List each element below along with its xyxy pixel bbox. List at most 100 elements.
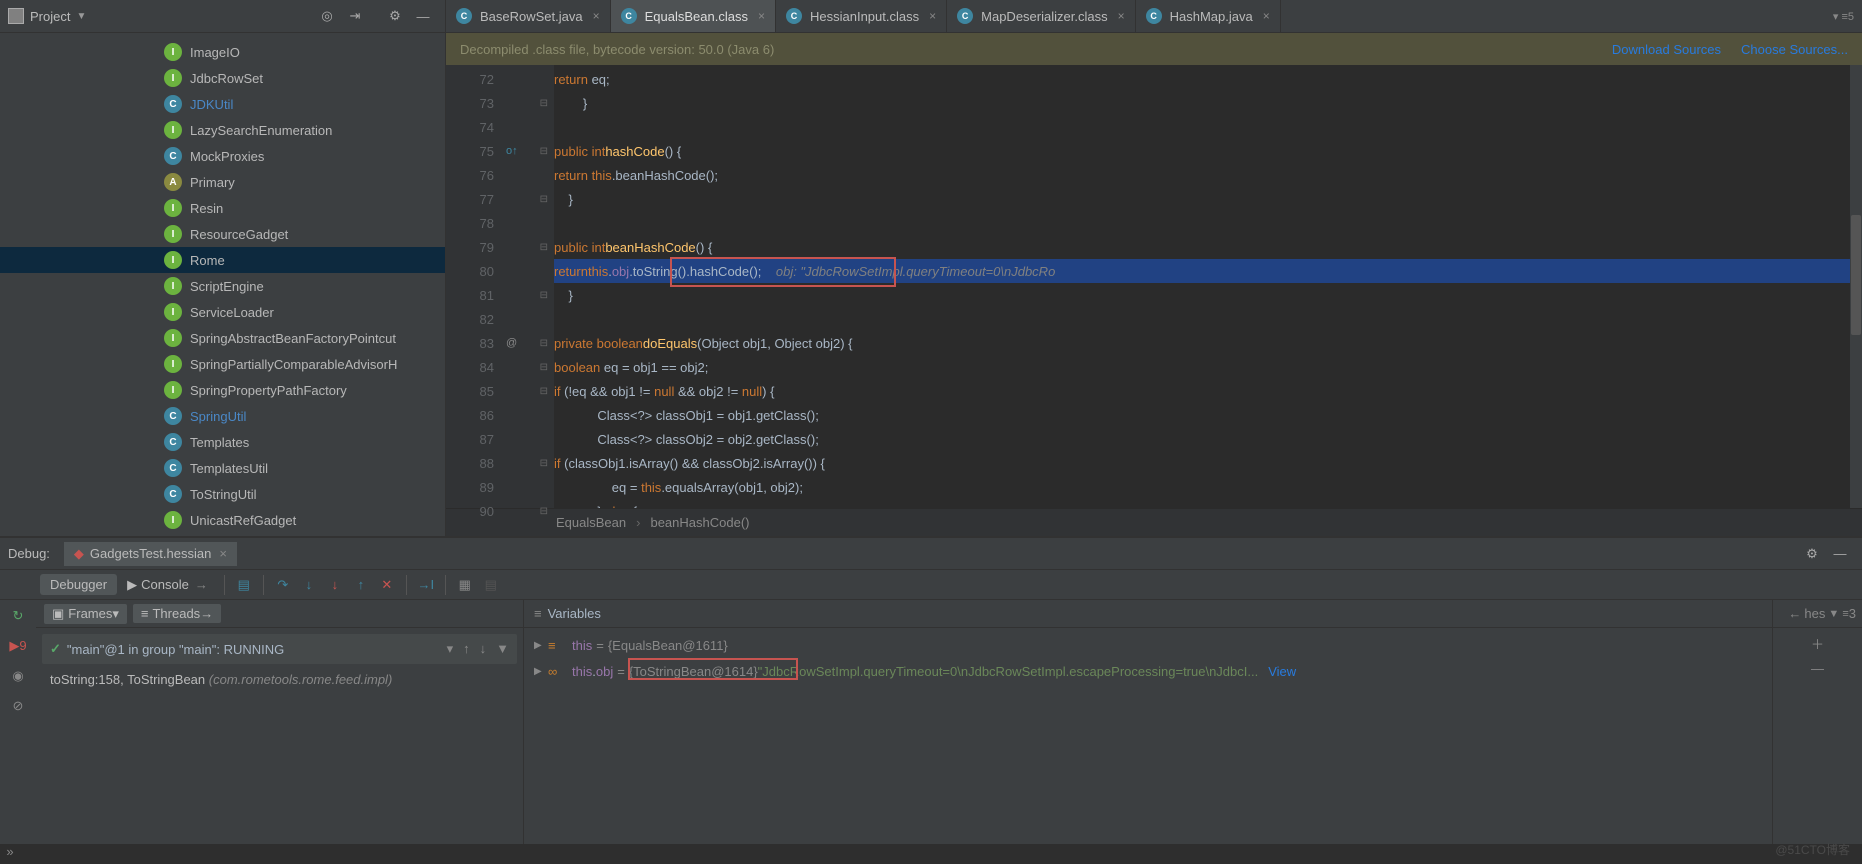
sidebar-item-springpartiallycomparableadvisorh[interactable]: ISpringPartiallyComparableAdvisorH <box>0 351 445 377</box>
step-over-icon[interactable]: ↷ <box>274 576 292 594</box>
step-out-icon[interactable]: ↑ <box>352 576 370 594</box>
debug-config-tab[interactable]: ◆ GadgetsTest.hessian × <box>64 542 237 566</box>
view-breakpoints-icon[interactable]: ◉ <box>12 668 23 684</box>
trace-icon[interactable]: ▤ <box>482 576 500 594</box>
debugger-tab[interactable]: Debugger <box>40 574 117 595</box>
hide-icon[interactable]: — <box>1831 545 1849 563</box>
class-icon: I <box>164 277 182 295</box>
breadcrumb-method[interactable]: beanHashCode() <box>650 515 749 530</box>
collapse-icon[interactable]: ⇥ <box>346 7 364 25</box>
editor-scrollbar[interactable] <box>1850 65 1862 508</box>
gear-icon[interactable]: ⚙ <box>1803 545 1821 563</box>
download-sources-link[interactable]: Download Sources <box>1612 42 1721 57</box>
code-line-86[interactable]: Class<?> classObj1 = obj1.getClass(); <box>554 403 1850 427</box>
code-line-73[interactable]: } <box>554 91 1850 115</box>
project-tree[interactable]: IImageIOIJdbcRowSetCJDKUtilILazySearchEn… <box>0 33 445 536</box>
code-line-84[interactable]: boolean eq = obj1 == obj2; <box>554 355 1850 379</box>
stop-icon[interactable]: ▶9 <box>9 638 26 654</box>
drop-frame-icon[interactable]: ✕ <box>378 576 396 594</box>
code-line-75[interactable]: public int hashCode() { <box>554 139 1850 163</box>
sidebar-item-serviceloader[interactable]: IServiceLoader <box>0 299 445 325</box>
breadcrumbs[interactable]: EqualsBean › beanHashCode() <box>446 508 1862 536</box>
variables-panel: ≡ Variables ▶≡this={EqualsBean@1611}▶∞th… <box>524 600 1772 844</box>
mute-breakpoints-icon[interactable]: ⊘ <box>13 698 24 714</box>
tab-EqualsBean.class[interactable]: CEqualsBean.class× <box>611 0 776 32</box>
rerun-icon[interactable]: ↻ <box>13 608 24 624</box>
code-line-81[interactable]: } <box>554 283 1850 307</box>
sidebar-item-jdkutil[interactable]: CJDKUtil <box>0 91 445 117</box>
next-frame-icon[interactable]: ↓ <box>480 641 487 657</box>
sidebar-item-rome[interactable]: IRome <box>0 247 445 273</box>
variable-row[interactable]: ▶∞this.obj={ToStringBean@1614} "JdbcRowS… <box>524 658 1772 684</box>
debug-toolbar: Debugger ▶Console→ ▤ ↷ ↓ ↓ ↑ ✕ →I ▦ ▤ <box>0 570 1862 600</box>
project-label[interactable]: Project <box>30 9 70 24</box>
frames-panel: ▣ Frames ▾ ≡ Threads → ✓ "main"@1 in gro… <box>36 600 524 844</box>
sidebar-item-unicastrefgadget[interactable]: IUnicastRefGadget <box>0 507 445 533</box>
sidebar-item-mockproxies[interactable]: CMockProxies <box>0 143 445 169</box>
sidebar-item-imageio[interactable]: IImageIO <box>0 39 445 65</box>
run-to-cursor-icon[interactable]: →I <box>417 576 435 594</box>
code-line-76[interactable]: return this.beanHashCode(); <box>554 163 1850 187</box>
chevron-down-icon[interactable]: ▾ <box>447 641 454 657</box>
code-line-72[interactable]: return eq; <box>554 67 1850 91</box>
console-tab[interactable]: ▶Console→ <box>117 574 218 596</box>
breadcrumb-class[interactable]: EqualsBean <box>556 515 626 530</box>
close-icon[interactable]: × <box>1118 9 1125 23</box>
choose-sources-link[interactable]: Choose Sources... <box>1741 42 1848 57</box>
variable-row[interactable]: ▶≡this={EqualsBean@1611} <box>524 632 1772 658</box>
view-link[interactable]: View <box>1268 664 1296 679</box>
thread-selector[interactable]: ✓ "main"@1 in group "main": RUNNING ▾ ↑ … <box>42 634 517 664</box>
frames-button[interactable]: ▣ Frames ▾ <box>44 604 127 624</box>
chevron-down-icon[interactable]: ▼ <box>76 11 86 22</box>
code-editor[interactable]: 7273⊟7475o↑⊟7677⊟7879⊟8081⊟8283@⊟84⊟85⊟8… <box>446 65 1862 508</box>
code-line-79[interactable]: public int beanHashCode() { <box>554 235 1850 259</box>
step-into-icon[interactable]: ↓ <box>300 576 318 594</box>
layout-icon[interactable]: ▤ <box>235 576 253 594</box>
sidebar-item-scriptengine[interactable]: IScriptEngine <box>0 273 445 299</box>
tabs-overflow[interactable]: ▾ ≡5 <box>1825 0 1862 32</box>
threads-button[interactable]: ≡ Threads → <box>133 604 221 623</box>
sidebar-item-tostringutil[interactable]: CToStringUtil <box>0 481 445 507</box>
code-line-89[interactable]: eq = this.equalsArray(obj1, obj2); <box>554 475 1850 499</box>
gear-icon[interactable]: ⚙ <box>386 7 404 25</box>
close-icon[interactable]: × <box>929 9 936 23</box>
code-line-90[interactable]: } else { <box>554 499 1850 508</box>
hide-icon[interactable]: — <box>414 7 432 25</box>
expand-icon[interactable]: » <box>0 844 20 864</box>
stack-frame[interactable]: toString:158, ToStringBean (com.rometool… <box>42 672 517 687</box>
sidebar-item-springutil[interactable]: CSpringUtil <box>0 403 445 429</box>
close-icon[interactable]: × <box>1263 9 1270 23</box>
code-line-88[interactable]: if (classObj1.isArray() && classObj2.isA… <box>554 451 1850 475</box>
prev-frame-icon[interactable]: ↑ <box>463 641 470 657</box>
close-icon[interactable]: × <box>758 9 765 23</box>
sidebar-item-primary[interactable]: APrimary <box>0 169 445 195</box>
sidebar-item-springpropertypathfactory[interactable]: ISpringPropertyPathFactory <box>0 377 445 403</box>
tab-HessianInput.class[interactable]: CHessianInput.class× <box>776 0 947 32</box>
sidebar-item-templatesutil[interactable]: CTemplatesUtil <box>0 455 445 481</box>
sidebar-item-resin[interactable]: IResin <box>0 195 445 221</box>
code-line-85[interactable]: if (!eq && obj1 != null && obj2 != null)… <box>554 379 1850 403</box>
filter-icon[interactable]: ▼ <box>496 641 509 657</box>
code-line-80[interactable]: return this.obj.toString().hashCode(); o… <box>554 259 1850 283</box>
code-line-83[interactable]: private boolean doEquals(Object obj1, Ob… <box>554 331 1850 355</box>
remove-watch-icon[interactable]: — <box>1811 661 1824 676</box>
close-icon[interactable]: × <box>593 9 600 23</box>
tab-MapDeserializer.class[interactable]: CMapDeserializer.class× <box>947 0 1135 32</box>
sidebar-item-lazysearchenumeration[interactable]: ILazySearchEnumeration <box>0 117 445 143</box>
close-icon[interactable]: × <box>219 546 227 561</box>
sidebar-item-jdbcrowset[interactable]: IJdbcRowSet <box>0 65 445 91</box>
code-line-74[interactable] <box>554 115 1850 139</box>
code-line-87[interactable]: Class<?> classObj2 = obj2.getClass(); <box>554 427 1850 451</box>
code-line-82[interactable] <box>554 307 1850 331</box>
code-line-78[interactable] <box>554 211 1850 235</box>
force-step-into-icon[interactable]: ↓ <box>326 576 344 594</box>
evaluate-icon[interactable]: ▦ <box>456 576 474 594</box>
tab-HashMap.java[interactable]: CHashMap.java× <box>1136 0 1281 32</box>
tab-BaseRowSet.java[interactable]: CBaseRowSet.java× <box>446 0 611 32</box>
target-icon[interactable]: ◎ <box>318 7 336 25</box>
sidebar-item-templates[interactable]: CTemplates <box>0 429 445 455</box>
sidebar-item-resourcegadget[interactable]: IResourceGadget <box>0 221 445 247</box>
code-line-77[interactable]: } <box>554 187 1850 211</box>
sidebar-item-springabstractbeanfactorypointcut[interactable]: ISpringAbstractBeanFactoryPointcut <box>0 325 445 351</box>
add-watch-icon[interactable]: ＋ <box>1811 634 1824 653</box>
